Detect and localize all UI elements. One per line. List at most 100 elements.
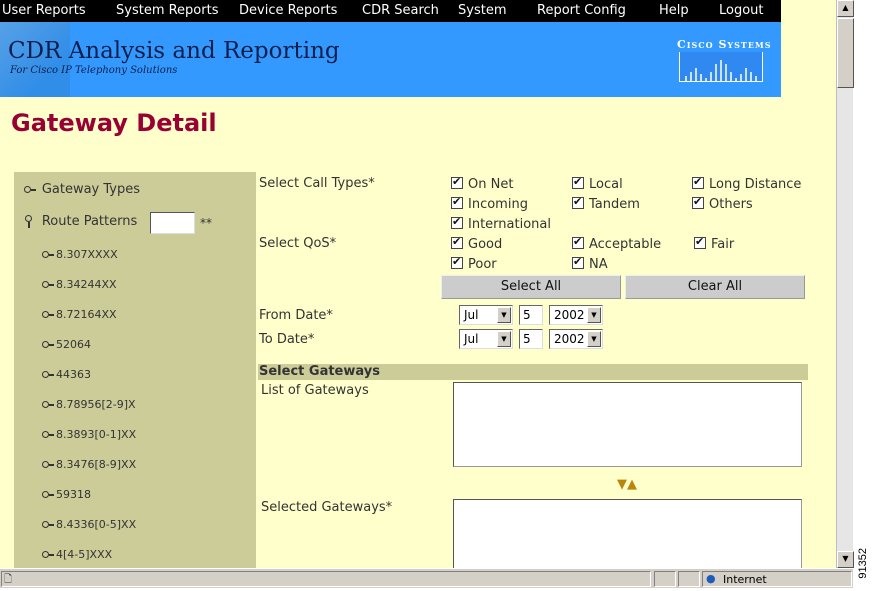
- checkbox-acceptable[interactable]: Acceptable: [572, 235, 662, 252]
- pattern-label: 8.3893[0-1]XX: [56, 428, 137, 441]
- pattern-label: 8.78956[2-9]X: [56, 398, 136, 411]
- pattern-label: 44363: [56, 368, 91, 381]
- scroll-down-icon[interactable]: ▼: [837, 551, 854, 568]
- select-all-button[interactable]: Select All: [441, 275, 621, 299]
- bullet-icon: [42, 370, 56, 379]
- bullet-icon: [42, 490, 56, 499]
- scroll-thumb[interactable]: [837, 18, 854, 88]
- to-day-input[interactable]: 5: [519, 329, 543, 349]
- tree-item-pattern[interactable]: 8.3476[8-9]XX: [42, 457, 136, 471]
- pin-icon: [24, 215, 38, 228]
- checkbox-good[interactable]: Good: [451, 235, 503, 252]
- checkbox-checked-icon: [451, 255, 463, 269]
- nav-system-reports[interactable]: System Reports: [116, 3, 218, 18]
- list-of-gateways-label: List of Gateways: [261, 383, 369, 398]
- checkbox-checked-icon: [692, 175, 704, 189]
- pattern-label: 8.34244XX: [56, 278, 117, 291]
- checkbox-label: Acceptable: [589, 237, 662, 252]
- checkbox-checked-icon: [451, 195, 463, 209]
- checkbox-local[interactable]: Local: [572, 175, 623, 192]
- checkbox-checked-icon: [692, 195, 704, 209]
- tree-item-pattern[interactable]: 8.4336[0-5]XX: [42, 517, 136, 531]
- checkbox-tandem[interactable]: Tandem: [572, 195, 640, 212]
- nav-device-reports[interactable]: Device Reports: [239, 3, 337, 18]
- pattern-label: 59318: [56, 488, 91, 501]
- checkbox-others[interactable]: Others: [692, 195, 753, 212]
- from-month-select[interactable]: Jul ▼: [459, 305, 513, 325]
- bullet-icon: [42, 280, 56, 289]
- nav-report-config[interactable]: Report Config: [537, 3, 626, 18]
- tree-item-label: Gateway Types: [41, 182, 141, 197]
- checkbox-label: Good: [468, 237, 503, 252]
- bullet-icon: [42, 460, 56, 469]
- section-title: Select Gateways: [259, 364, 380, 379]
- checkbox-checked-icon: [572, 195, 584, 209]
- from-day-input[interactable]: 5: [519, 305, 543, 325]
- tree-item-pattern[interactable]: 44363: [42, 367, 91, 381]
- page-title: Gateway Detail: [11, 109, 217, 137]
- checkbox-long-distance[interactable]: Long Distance: [692, 175, 802, 192]
- pattern-label: 8.72164XX: [56, 308, 117, 321]
- tree-item-gateway-types[interactable]: Gateway Types: [24, 182, 140, 197]
- bullet-icon: [42, 250, 56, 259]
- select-value: Jul: [464, 332, 479, 346]
- gateway-list-box[interactable]: [453, 382, 802, 467]
- nav-system[interactable]: System: [458, 3, 506, 18]
- banner-title: CDR Analysis and Reporting: [8, 38, 340, 64]
- nav-logout[interactable]: Logout: [719, 3, 764, 18]
- tree-item-pattern[interactable]: 52064: [42, 337, 91, 351]
- bullet-icon: [24, 185, 38, 194]
- app-banner: CDR Analysis and Reporting For Cisco IP …: [0, 22, 781, 97]
- move-arrows-icon[interactable]: ▼▲: [617, 477, 637, 492]
- dropdown-arrow-icon: ▼: [587, 307, 601, 323]
- zone-cell: ● Internet: [702, 571, 852, 587]
- tree-item-pattern[interactable]: 8.34244XX: [42, 277, 117, 291]
- checkbox-international[interactable]: International: [451, 215, 551, 232]
- checkbox-on-net[interactable]: On Net: [451, 175, 513, 192]
- checkbox-fair[interactable]: Fair: [694, 235, 735, 252]
- checkbox-na[interactable]: NA: [572, 255, 608, 272]
- clear-all-button[interactable]: Clear All: [625, 275, 805, 299]
- status-cell: [678, 571, 700, 587]
- required-marker: **: [200, 216, 212, 230]
- checkbox-incoming[interactable]: Incoming: [451, 195, 528, 212]
- checkbox-checked-icon: [694, 235, 706, 249]
- tree-item-pattern[interactable]: 4[4-5]XXX: [42, 547, 112, 561]
- nav-user-reports[interactable]: User Reports: [2, 3, 86, 18]
- checkbox-checked-icon: [451, 215, 463, 229]
- nav-cdr-search[interactable]: CDR Search: [362, 3, 439, 18]
- tree-item-pattern[interactable]: 8.307XXXX: [42, 247, 118, 261]
- tree-item-pattern[interactable]: 8.3893[0-1]XX: [42, 427, 136, 441]
- section-header: Select Gateways: [258, 364, 808, 380]
- tree-item-pattern[interactable]: 59318: [42, 487, 91, 501]
- bullet-icon: [42, 550, 56, 559]
- checkbox-label: Fair: [711, 237, 735, 252]
- globe-icon: ●: [706, 572, 716, 585]
- cisco-logo-text: Cisco Systems: [677, 38, 772, 51]
- tree-item-route-patterns[interactable]: Route Patterns: [24, 214, 137, 229]
- checkbox-label: Local: [589, 177, 623, 192]
- to-month-select[interactable]: Jul ▼: [459, 329, 513, 349]
- status-bar: 🗋 ● Internet: [0, 568, 853, 588]
- scroll-up-icon[interactable]: ▲: [837, 0, 854, 17]
- pattern-label: 52064: [56, 338, 91, 351]
- from-year-select[interactable]: 2002 ▼: [549, 305, 603, 325]
- vertical-scrollbar[interactable]: ▲ ▼: [836, 0, 854, 568]
- top-nav-bar: User Reports System Reports Device Repor…: [0, 0, 781, 22]
- to-year-select[interactable]: 2002 ▼: [549, 329, 603, 349]
- tree-item-pattern[interactable]: 8.72164XX: [42, 307, 117, 321]
- checkbox-checked-icon: [572, 255, 584, 269]
- pattern-label: 8.4336[0-5]XX: [56, 518, 137, 531]
- checkbox-label: NA: [589, 257, 608, 272]
- checkbox-checked-icon: [572, 175, 584, 189]
- checkbox-label: Long Distance: [709, 177, 802, 192]
- route-pattern-input[interactable]: [150, 212, 195, 234]
- checkbox-poor[interactable]: Poor: [451, 255, 497, 272]
- call-types-label: Select Call Types*: [259, 176, 375, 191]
- checkbox-checked-icon: [572, 235, 584, 249]
- nav-help[interactable]: Help: [659, 3, 689, 18]
- selected-gateways-box[interactable]: [453, 499, 802, 568]
- bullet-icon: [42, 340, 56, 349]
- gateway-tree-panel: Gateway Types Route Patterns ** 8.307XXX…: [14, 172, 256, 568]
- tree-item-pattern[interactable]: 8.78956[2-9]X: [42, 397, 136, 411]
